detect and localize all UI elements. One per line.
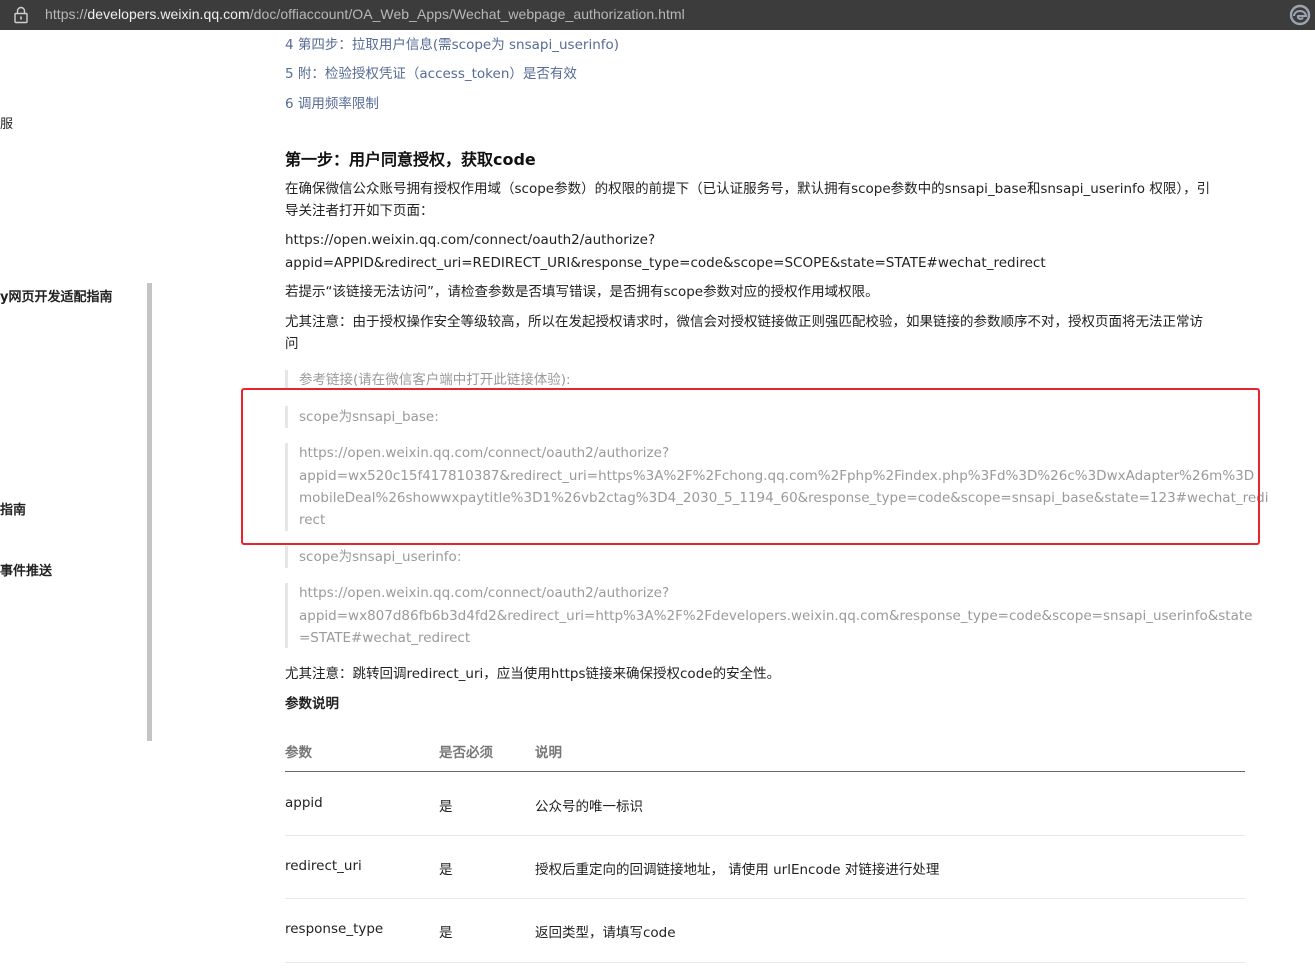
table-header-param: 参数 xyxy=(285,745,312,761)
cell-required: 是 xyxy=(439,925,453,941)
browser-address-bar[interactable]: https://developers.weixin.qq.com/doc/off… xyxy=(0,0,1315,30)
intro-line-2: 导关注者打开如下页面： xyxy=(285,203,434,219)
auth-url-line-2: appid=APPID&redirect_uri=REDIRECT_URI&re… xyxy=(285,255,1046,271)
url-path: /doc/offiaccount/OA_Web_Apps/Wechat_webp… xyxy=(249,6,685,22)
https-note: 尤其注意：跳转回调redirect_uri，应当使用https链接来确保授权co… xyxy=(285,666,781,682)
table-header-divider xyxy=(285,771,1245,772)
intro-line-1: 在确保微信公众账号拥有授权作用域（scope参数）的权限的前提下（已认证服务号，… xyxy=(285,181,1211,197)
cell-desc: 返回类型，请填写code xyxy=(535,925,676,941)
toc-link-appendix[interactable]: 5 附：检验授权凭证（access_token）是否有效 xyxy=(285,62,577,82)
toc-link-rate-limit[interactable]: 6 调用频率限制 xyxy=(285,92,379,112)
table-header-required: 是否必须 xyxy=(439,745,493,761)
params-title: 参数说明 xyxy=(285,696,339,712)
sidebar-item-event-push[interactable]: 事件推送 xyxy=(0,560,52,579)
url-text[interactable]: https://developers.weixin.qq.com/doc/off… xyxy=(45,6,685,22)
quote-bar-userinfo-url xyxy=(285,583,288,648)
table-row-divider xyxy=(285,835,1245,836)
note-line-2: 问 xyxy=(285,336,299,352)
note-line-1: 尤其注意：由于授权操作安全等级较高，所以在发起授权请求时，微信会对授权链接做正则… xyxy=(285,314,1203,330)
cell-required: 是 xyxy=(439,799,453,815)
highlight-box xyxy=(241,388,1260,545)
userinfo-url-line-1: https://open.weixin.qq.com/connect/oauth… xyxy=(299,585,670,601)
table-row-divider xyxy=(285,962,1245,963)
sidebar-item-guide[interactable]: 指南 xyxy=(0,499,26,518)
lock-icon[interactable] xyxy=(13,6,29,24)
url-prefix: https:// xyxy=(45,6,88,22)
sidebar-item-service[interactable]: 服 xyxy=(0,113,13,132)
sidebar-item-webpage-adapt-guide[interactable]: y网页开发适配指南 xyxy=(0,286,112,305)
cell-param: redirect_uri xyxy=(285,858,362,874)
cell-param: appid xyxy=(285,795,323,811)
table-row-divider xyxy=(285,898,1245,899)
cell-desc: 公众号的唯一标识 xyxy=(535,799,643,815)
section-title: 第一步：用户同意授权，获取code xyxy=(285,150,536,169)
hint-text: 若提示“该链接无法访问”，请检查参数是否填写错误，是否拥有scope参数对应的授… xyxy=(285,284,879,300)
auth-url-line-1: https://open.weixin.qq.com/connect/oauth… xyxy=(285,232,656,248)
toc-link-step4[interactable]: 4 第四步：拉取用户信息(需scope为 snsapi_userinfo) xyxy=(285,33,619,53)
quote-bar-ref xyxy=(285,370,288,390)
userinfo-scope-label: scope为snsapi_userinfo: xyxy=(299,549,462,565)
doc-sidebar: 服 y网页开发适配指南 指南 事件推送 xyxy=(0,30,146,979)
userinfo-url-line-2: appid=wx807d86fb6b3d4fd2&redirect_uri=ht… xyxy=(299,608,1253,624)
url-host: developers.weixin.qq.com xyxy=(87,6,250,22)
cell-desc: 授权后重定向的回调链接地址， 请使用 urlEncode 对链接进行处理 xyxy=(535,862,940,878)
cell-required: 是 xyxy=(439,862,453,878)
sidebar-scrollbar[interactable] xyxy=(147,283,152,741)
quote-bar-userinfo-label xyxy=(285,546,288,568)
table-header-desc: 说明 xyxy=(535,745,562,761)
cell-param: response_type xyxy=(285,921,384,937)
edge-browser-icon[interactable] xyxy=(1289,4,1311,26)
userinfo-url-line-3: =STATE#wechat_redirect xyxy=(299,630,471,646)
